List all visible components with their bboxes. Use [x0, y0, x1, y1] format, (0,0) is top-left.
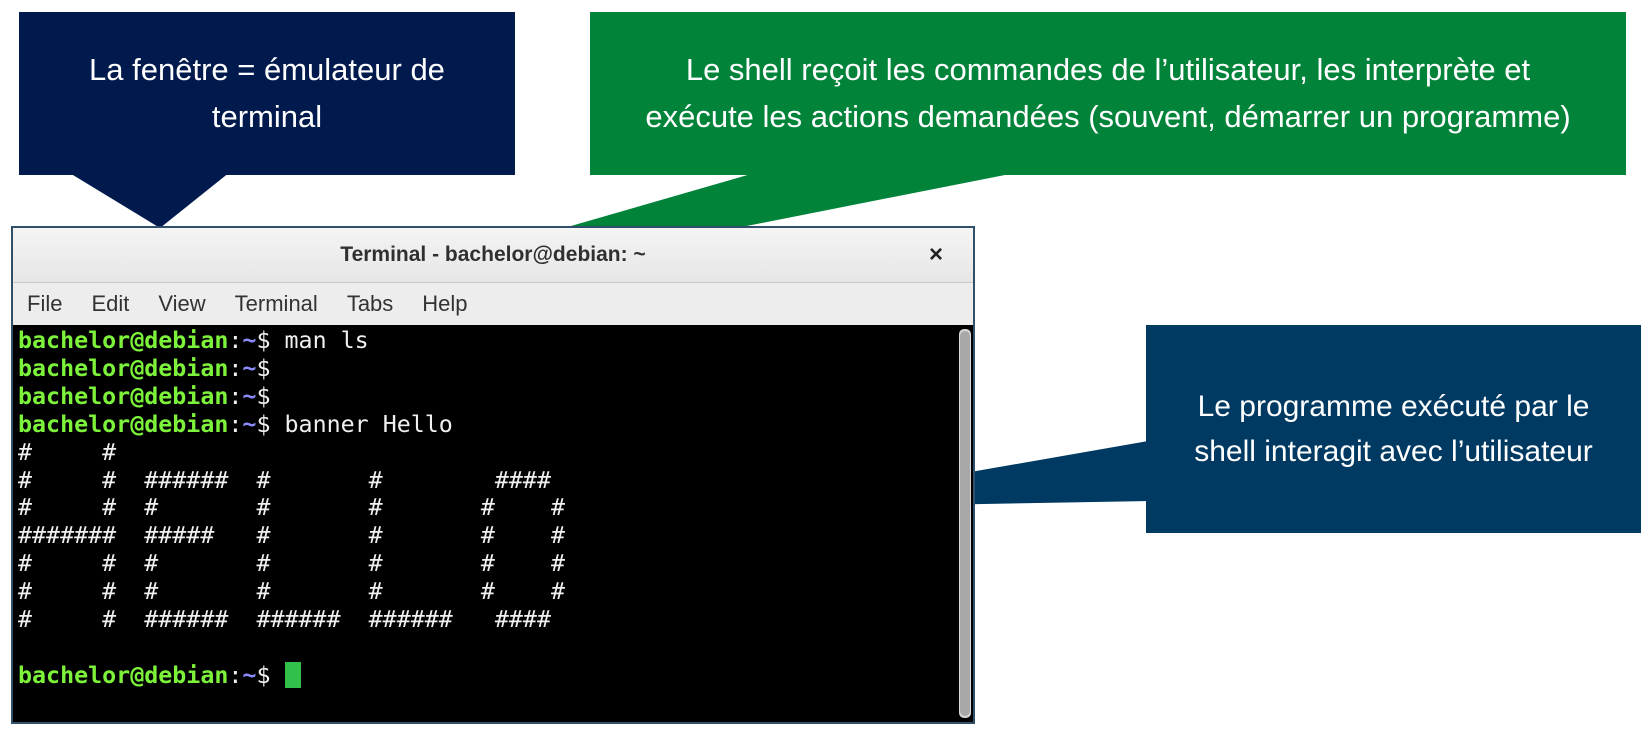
terminal-text: bachelor@debian:~$ man ls bachelor@debia…: [18, 327, 565, 690]
text-cursor: [284, 661, 301, 688]
shell-callout: Le shell reçoit les commandes de l’utili…: [590, 12, 1626, 175]
scrollbar-thumb[interactable]: [960, 331, 970, 716]
window-callout-pointer: [68, 172, 230, 228]
callout-program-line-2: shell interagit avec l’utilisateur: [1194, 435, 1593, 468]
prompt-path: ~: [242, 354, 257, 382]
banner-line: # # ###### ###### ###### ####: [18, 606, 551, 634]
terminal-line-command: bachelor@debian:~$: [18, 355, 270, 382]
prompt-user: bachelor@debian: [18, 354, 229, 382]
menu-item-edit[interactable]: Edit: [91, 291, 129, 317]
prompt-symbol: $: [256, 327, 271, 354]
prompt-path: ~: [242, 382, 257, 410]
prompt-user: bachelor@debian: [18, 327, 229, 354]
menu-bar: File Edit View Terminal Tabs Help: [13, 283, 973, 326]
command-text: banner Hello: [284, 410, 453, 438]
terminal-line-command: bachelor@debian:~$: [18, 383, 270, 410]
banner-line: # # ###### # # ####: [18, 466, 551, 494]
command-text: man ls: [284, 327, 369, 354]
banner-line: # # # # # # #: [18, 494, 566, 522]
prompt-symbol: $: [256, 410, 271, 438]
prompt-path: ~: [242, 327, 257, 354]
terminal-output-area[interactable]: bachelor@debian:~$ man ls bachelor@debia…: [13, 325, 973, 722]
prompt-colon: :: [228, 382, 243, 410]
callout-shell-line-1: Le shell reçoit les commandes de l’utili…: [685, 52, 1531, 87]
prompt-colon: :: [228, 327, 243, 354]
close-icon[interactable]: ×: [921, 240, 951, 270]
menu-item-terminal[interactable]: Terminal: [235, 291, 318, 317]
banner-line: ####### ##### # # # #: [18, 522, 566, 550]
menu-item-view[interactable]: View: [158, 291, 205, 317]
prompt-path: ~: [242, 410, 257, 438]
window-title: Terminal - bachelor@debian: ~: [340, 243, 646, 266]
banner-line: # # # # # # #: [18, 550, 566, 578]
terminal-line-command: bachelor@debian:~$ banner Hello: [18, 411, 453, 438]
callout-window-line-1: La fenêtre = émulateur de: [89, 52, 445, 87]
banner-line: # #: [18, 438, 117, 466]
title-bar[interactable]: Terminal - bachelor@debian: ~ ×: [13, 228, 973, 283]
prompt-symbol: $: [256, 382, 271, 410]
callout-program-line-1: Le programme exécuté par le: [1197, 390, 1590, 423]
prompt-user: bachelor@debian: [18, 410, 229, 438]
prompt-path: ~: [242, 661, 257, 689]
program-callout: Le programme exécuté par le shell intera…: [1146, 325, 1641, 533]
terminal-line-prompt: bachelor@debian:~$: [18, 661, 301, 689]
prompt-user: bachelor@debian: [18, 382, 229, 410]
prompt-user: bachelor@debian: [18, 661, 229, 689]
prompt-colon: :: [228, 410, 243, 438]
prompt-symbol: $: [256, 354, 271, 382]
prompt-symbol: $: [256, 661, 271, 689]
menu-item-tabs[interactable]: Tabs: [347, 291, 393, 317]
banner-line: # # # # # # #: [18, 578, 566, 606]
terminal-window[interactable]: Terminal - bachelor@debian: ~ × File Edi…: [11, 226, 975, 724]
menu-item-file[interactable]: File: [27, 291, 62, 317]
menu-item-help[interactable]: Help: [422, 291, 467, 317]
terminal-line-command: bachelor@debian:~$ man ls: [18, 327, 369, 354]
scrollbar[interactable]: [959, 329, 971, 718]
prompt-colon: :: [228, 354, 243, 382]
callout-window-line-2: terminal: [211, 98, 323, 134]
callout-shell-line-2: exécute les actions demandées (souvent, …: [645, 98, 1571, 134]
terminal-emulator-callout: La fenêtre = émulateur de terminal: [19, 12, 515, 175]
prompt-colon: :: [228, 661, 243, 689]
